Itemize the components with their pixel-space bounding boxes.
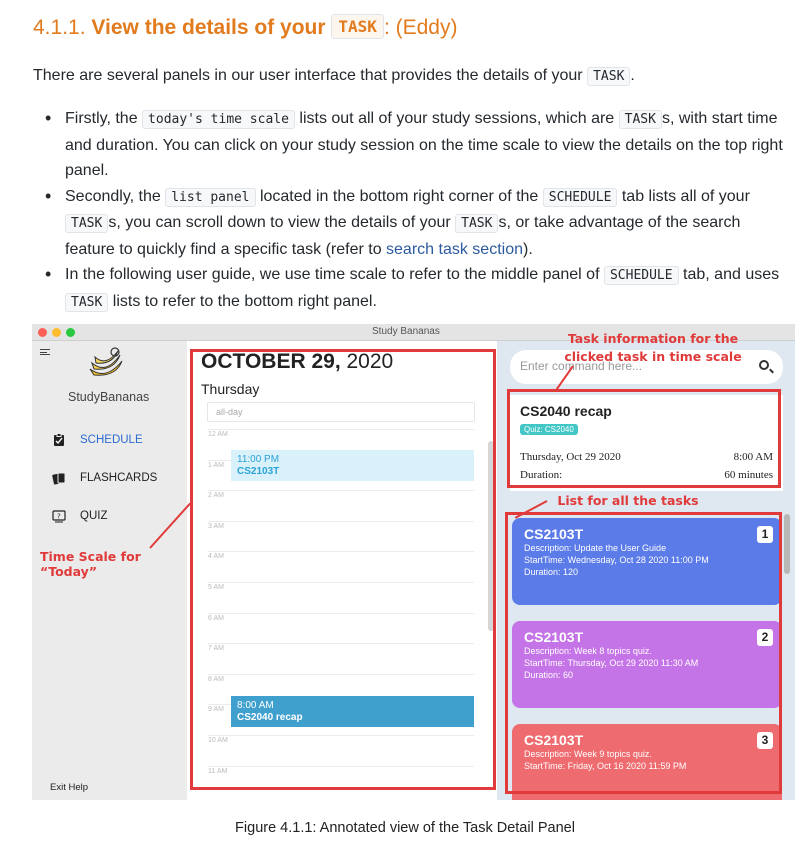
inline-code: TASK <box>65 214 109 233</box>
bullet-list: Firstly, the today's time scale lists ou… <box>33 106 793 315</box>
task-list-annotation: List for all the tasks <box>557 493 699 508</box>
time-scale-annotation: Time Scale for “Today” <box>40 549 141 579</box>
nav-flashcards-label: FLASHCARDS <box>80 472 158 485</box>
exit-help-menu[interactable]: Exit Help <box>50 782 88 793</box>
nav-schedule-label: SCHEDULE <box>80 434 143 447</box>
bullet-text: In the following user guide, we use time… <box>65 266 604 283</box>
bullet-text: s, you can scroll down to view the detai… <box>108 214 456 231</box>
section-number: 4.1.1. <box>33 16 86 39</box>
inline-code: today's time scale <box>142 110 295 129</box>
bullet-text: tab lists all of your <box>617 187 750 205</box>
inline-code: TASK <box>618 110 662 129</box>
bullet-text: lists out all of your study sessions, wh… <box>294 110 619 127</box>
intro-text: There are several panels in our user int… <box>33 67 583 84</box>
bullet-text: Firstly, the <box>65 110 143 127</box>
inline-code: TASK <box>65 292 109 312</box>
inline-code: TASK <box>455 214 499 233</box>
task-list-scrollbar[interactable] <box>784 514 790 574</box>
inline-code: list panel <box>165 187 256 207</box>
cards-icon <box>52 472 66 485</box>
menu-icon[interactable] <box>40 349 50 355</box>
brand-name: StudyBananas <box>68 390 150 404</box>
nav-quiz[interactable]: ? QUIZ <box>52 509 107 523</box>
search-task-section-link[interactable]: search task section <box>386 241 523 258</box>
zoom-window-icon[interactable] <box>66 328 75 337</box>
clipboard-icon <box>54 433 64 446</box>
bullet-item: Secondly, the list panel located in the … <box>33 184 793 263</box>
intro-paragraph: There are several panels in our user int… <box>33 65 635 88</box>
task-info-annotation: Task information for the clicked task in… <box>564 331 742 364</box>
search-icon[interactable] <box>759 360 769 370</box>
bullet-text: Secondly, the <box>65 187 166 205</box>
close-window-icon[interactable] <box>38 328 47 337</box>
task-info-highlight <box>507 389 781 488</box>
minimize-window-icon[interactable] <box>52 328 61 337</box>
bullet-text: ). <box>522 240 533 258</box>
task-list-highlight <box>505 512 782 794</box>
quiz-icon: ? <box>52 510 66 523</box>
section-title: View the details of your <box>91 16 326 39</box>
inline-code: SCHEDULE <box>542 187 618 207</box>
bullet-item: In the following user guide, we use time… <box>33 262 793 315</box>
bullet-item: Firstly, the today's time scale lists ou… <box>33 106 793 184</box>
figure-caption: Figure 4.1.1: Annotated view of the Task… <box>235 820 575 836</box>
svg-text:?: ? <box>57 513 61 521</box>
nav-flashcards[interactable]: FLASHCARDS <box>52 471 157 485</box>
nav-schedule[interactable]: SCHEDULE <box>52 433 143 447</box>
time-scale-highlight <box>190 349 496 790</box>
inline-code: SCHEDULE <box>603 266 679 285</box>
intro-code: TASK <box>587 67 631 86</box>
intro-end: . <box>630 67 635 84</box>
nav-quiz-label: QUIZ <box>80 510 108 523</box>
bullet-text: located in the bottom right corner of th… <box>255 187 543 205</box>
bullet-text: tab, and uses <box>678 266 780 283</box>
section-title-code: TASK <box>331 14 384 39</box>
banana-logo-icon <box>89 347 123 376</box>
window-title: Study Bananas <box>372 326 440 337</box>
bullet-text: lists to refer to the bottom right panel… <box>108 292 377 310</box>
section-heading: 4.1.1. View the details of your TASK: (E… <box>33 14 458 40</box>
section-author: : (Eddy) <box>383 16 458 39</box>
